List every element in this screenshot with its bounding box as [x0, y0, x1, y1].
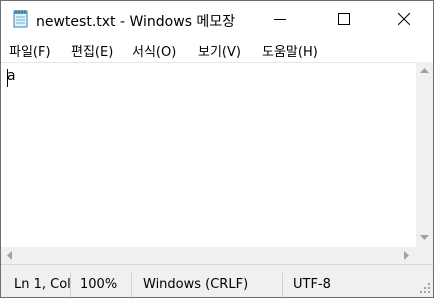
close-icon	[398, 13, 410, 25]
status-bar: Ln 1, Col 2 100% Windows (CRLF) UTF-8	[1, 264, 433, 297]
scroll-right-icon[interactable]	[404, 251, 409, 260]
scroll-left-icon[interactable]	[7, 251, 12, 260]
status-line-ending: Windows (CRLF)	[143, 277, 249, 292]
scrollbar-corner	[416, 247, 433, 264]
text-editor[interactable]: a	[1, 62, 416, 248]
editor-content[interactable]: a	[7, 68, 16, 84]
status-divider	[70, 273, 71, 297]
maximize-icon	[338, 13, 350, 25]
notepad-window: newtest.txt - Windows 메모장 파일(F) 편집(E) 서식…	[0, 0, 434, 298]
notepad-app-icon[interactable]	[12, 9, 30, 29]
status-encoding: UTF-8	[293, 277, 331, 292]
title-bar[interactable]: newtest.txt - Windows 메모장	[1, 1, 433, 38]
status-divider	[282, 273, 283, 297]
menu-edit[interactable]: 편집(E)	[71, 41, 113, 60]
menu-help[interactable]: 도움말(H)	[262, 41, 318, 60]
menu-format[interactable]: 서식(O)	[132, 41, 176, 60]
maximize-button[interactable]	[321, 1, 367, 38]
minimize-icon	[274, 19, 286, 20]
resize-grip-icon[interactable]	[420, 283, 431, 294]
minimize-button[interactable]	[257, 1, 303, 38]
window-title: newtest.txt - Windows 메모장	[36, 14, 236, 30]
scroll-up-icon[interactable]	[420, 68, 429, 73]
horizontal-scrollbar[interactable]	[1, 247, 416, 264]
status-cursor-position: Ln 1, Col 2	[14, 277, 70, 292]
vertical-scrollbar[interactable]	[416, 62, 433, 247]
status-zoom: 100%	[80, 277, 118, 292]
menu-bar: 파일(F) 편집(E) 서식(O) 보기(V) 도움말(H)	[1, 38, 433, 62]
menu-file[interactable]: 파일(F)	[9, 41, 51, 60]
close-button[interactable]	[381, 1, 427, 38]
scroll-down-icon[interactable]	[420, 235, 429, 240]
status-divider	[131, 273, 132, 297]
menu-view[interactable]: 보기(V)	[198, 41, 241, 60]
